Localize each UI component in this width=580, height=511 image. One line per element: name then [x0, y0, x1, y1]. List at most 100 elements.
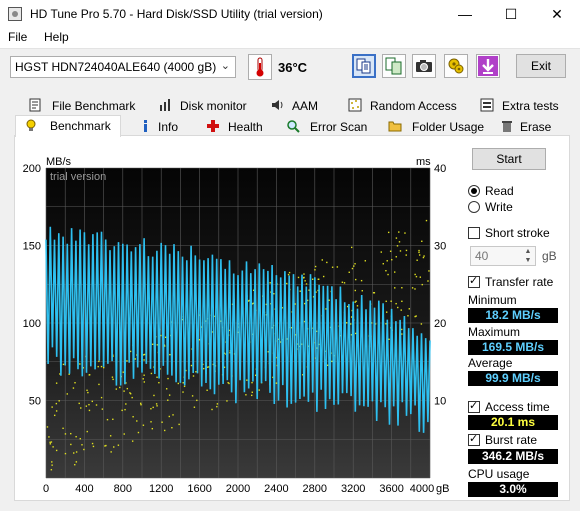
maximize-button[interactable]: ☐: [488, 0, 534, 28]
tab-file-benchmark[interactable]: File Benchmark: [20, 96, 142, 115]
access-time-point: [354, 278, 357, 281]
access-time-point: [303, 273, 305, 275]
access-time-point: [427, 280, 429, 282]
access-time-point: [153, 394, 155, 397]
access-time-point: [151, 427, 154, 430]
access-time-point: [152, 406, 154, 409]
access-time-point: [112, 378, 114, 381]
write-radio[interactable]: [468, 201, 480, 213]
magnifier-icon: [287, 120, 300, 133]
access-time-point: [405, 249, 408, 252]
access-time-point: [150, 421, 152, 423]
access-time-point: [72, 387, 75, 389]
tab-extra-tests[interactable]: Extra tests: [472, 96, 564, 115]
access-time-point: [389, 250, 392, 252]
access-time-point: [395, 237, 398, 239]
copy-info-button[interactable]: [382, 54, 406, 78]
access-time-point: [53, 414, 56, 417]
access-time-point: [131, 440, 134, 442]
access-time-point: [326, 261, 328, 264]
minimize-button[interactable]: —: [442, 0, 488, 28]
access-time-point: [55, 382, 58, 384]
tab-benchmark[interactable]: Benchmark: [15, 115, 121, 137]
short-stroke-spinner[interactable]: 40 ▲ ▼: [470, 246, 536, 266]
access-time-point: [87, 391, 89, 394]
save-button[interactable]: [476, 54, 500, 78]
access-time-point: [216, 405, 218, 408]
read-label: Read: [485, 184, 514, 198]
menu-help[interactable]: Help: [44, 30, 69, 44]
right-tick-label: 40: [434, 163, 446, 175]
access-time-point: [423, 255, 425, 257]
access-time-point: [245, 394, 247, 396]
options-icon: [448, 58, 464, 74]
access-time-point: [86, 430, 88, 433]
access-time-point: [134, 358, 137, 360]
access-time-point: [251, 391, 253, 393]
access-time-point: [336, 266, 339, 268]
access-time-point: [119, 386, 121, 389]
short-stroke-checkbox[interactable]: [468, 227, 480, 239]
spinner-arrows-icon[interactable]: ▲ ▼: [522, 247, 534, 265]
access-time-point: [140, 403, 142, 406]
access-time-point: [305, 283, 308, 285]
access-time-point: [425, 219, 428, 222]
access-time-point: [354, 263, 356, 265]
access-time-point: [150, 408, 152, 410]
transfer-rate-checkbox[interactable]: [468, 274, 480, 288]
tab-erase[interactable]: Erase: [492, 117, 562, 136]
benchmark-bulb-icon: [26, 119, 36, 131]
options-button[interactable]: [444, 54, 468, 78]
access-time-point: [405, 254, 407, 256]
access-time-point: [109, 435, 112, 437]
window-title: HD Tune Pro 5.70 - Hard Disk/SSD Utility…: [30, 7, 323, 21]
access-time-point: [125, 403, 127, 405]
x-tick-label: 3200: [341, 483, 365, 495]
access-time-point: [86, 389, 88, 392]
screenshot-button[interactable]: [412, 54, 436, 78]
access-time-point: [80, 407, 82, 409]
access-time-point: [415, 275, 418, 278]
access-time-point: [51, 464, 53, 466]
start-button[interactable]: Start: [472, 148, 546, 170]
access-time-point: [388, 338, 390, 340]
tab-health[interactable]: Health: [198, 117, 276, 136]
access-time-point: [91, 400, 93, 403]
tab-error-scan[interactable]: Error Scan: [278, 117, 378, 136]
access-time-point: [104, 445, 106, 447]
random-access-icon: [348, 98, 362, 112]
tab-info[interactable]: Info: [130, 117, 196, 136]
tab-aam[interactable]: AAM: [262, 96, 334, 115]
exit-button[interactable]: Exit: [516, 54, 566, 78]
download-arrow-icon: [478, 56, 498, 76]
access-time-point: [58, 400, 60, 402]
access-time-point: [66, 393, 68, 395]
access-time-checkbox[interactable]: [468, 399, 480, 413]
access-time-point: [314, 265, 317, 268]
tab-disk-monitor[interactable]: Disk monitor: [150, 96, 260, 115]
x-tick-label: 2400: [264, 483, 288, 495]
x-tick-label: 3600: [379, 483, 403, 495]
close-button[interactable]: ✕: [534, 0, 580, 28]
access-time-point: [408, 308, 410, 310]
access-time-point: [143, 381, 146, 383]
benchmark-chart-svg: trial versionMB/s ms20015010050403020100 4…: [23, 156, 450, 495]
read-radio[interactable]: [468, 185, 480, 197]
tab-random-access[interactable]: Random Access: [340, 96, 460, 115]
drive-select[interactable]: HGST HDN724040ALE640 (4000 gB) ⌄: [10, 56, 236, 78]
access-time-point: [168, 415, 170, 418]
minimum-label: Minimum: [468, 293, 517, 307]
access-time-point: [171, 427, 173, 429]
thermometer-icon: [248, 54, 272, 80]
copy-text-button[interactable]: [352, 54, 376, 78]
access-time-point: [132, 416, 134, 418]
access-time-point: [92, 445, 95, 448]
burst-rate-checkbox[interactable]: [468, 432, 480, 446]
menu-file[interactable]: File: [8, 30, 27, 44]
access-time-point: [191, 395, 194, 397]
access-time-point: [203, 367, 205, 370]
tab-folder-usage[interactable]: Folder Usage: [380, 117, 490, 136]
access-time-point: [387, 231, 390, 234]
average-value: 99.9 MB/s: [468, 371, 558, 386]
access-time-point: [353, 265, 355, 267]
